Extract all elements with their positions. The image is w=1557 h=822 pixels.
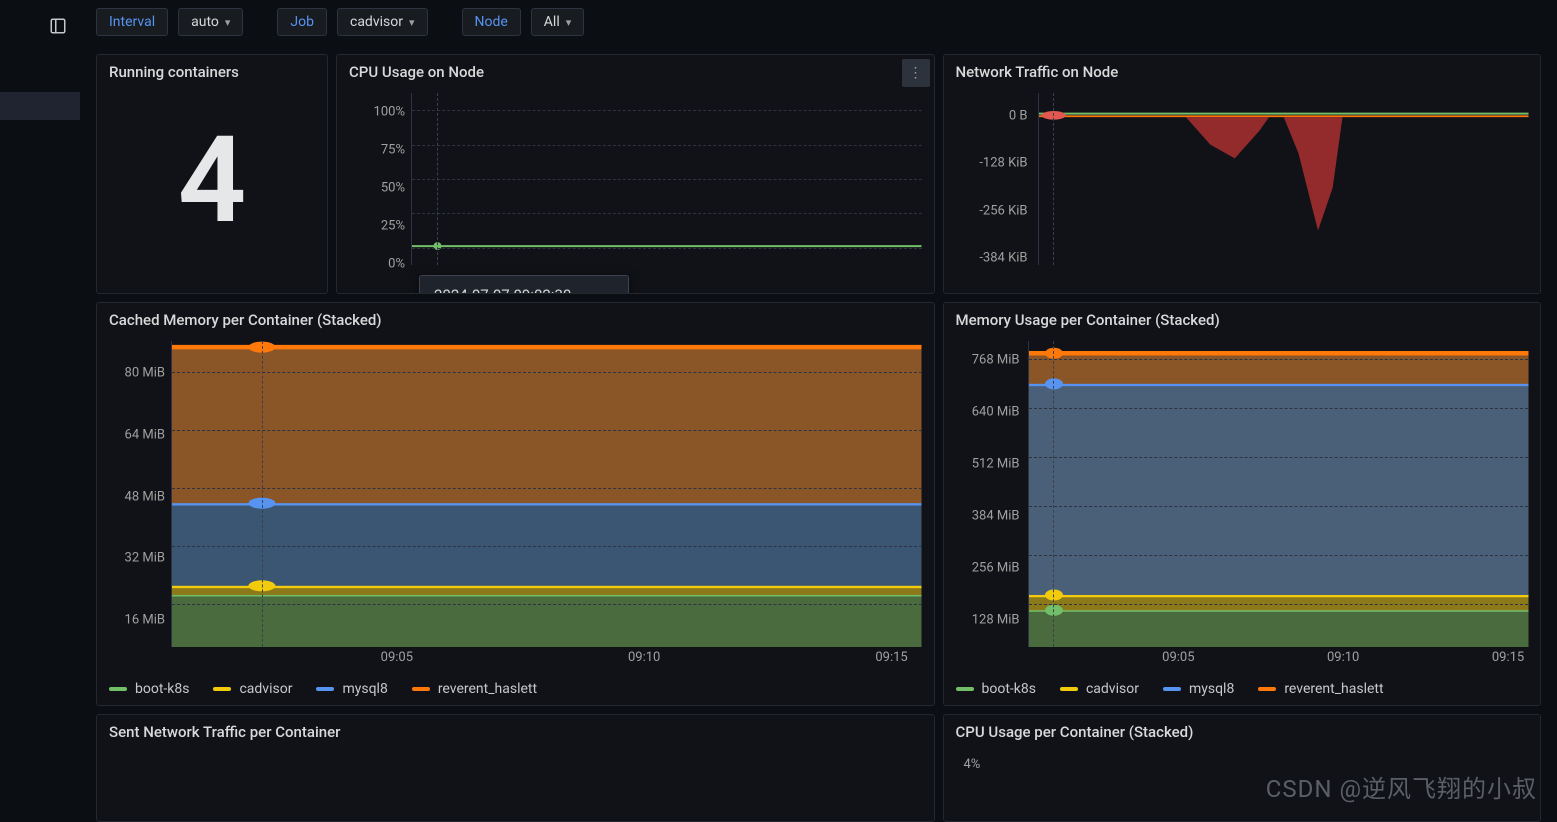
ytick: 512 MiB: [956, 457, 1020, 472]
panel-title: CPU Usage per Container (Stacked): [944, 715, 1541, 741]
ytick: 75%: [349, 143, 405, 158]
ytick: 64 MiB: [109, 427, 165, 442]
ytick: -384 KiB: [956, 251, 1028, 266]
node-value-dropdown[interactable]: All ▾: [531, 8, 584, 36]
panel-cpu-usage-container[interactable]: CPU Usage per Container (Stacked) 4%: [943, 714, 1542, 822]
xtick: 09:05: [1162, 650, 1194, 665]
xtick: 09:15: [875, 650, 907, 665]
legend-swatch: [956, 687, 974, 691]
panel-running-containers[interactable]: Running containers 4: [96, 54, 328, 294]
legend-swatch: [1258, 687, 1276, 691]
ytick: -128 KiB: [956, 156, 1028, 171]
chart-area: 100% 75% 50% 25% 0%: [349, 93, 922, 283]
legend-item[interactable]: boot-k8s: [109, 681, 189, 697]
panel-sent-network[interactable]: Sent Network Traffic per Container: [96, 714, 935, 822]
xtick: 09:05: [381, 650, 413, 665]
panel-title: Running containers: [97, 55, 327, 81]
panel-title: CPU Usage on Node: [337, 55, 934, 81]
ytick: 16 MiB: [109, 612, 165, 627]
panel-network-traffic-node[interactable]: Network Traffic on Node 0 B -128 KiB -25…: [943, 54, 1542, 294]
panel-title: Network Traffic on Node: [944, 55, 1541, 81]
panel-memory-usage[interactable]: Memory Usage per Container (Stacked) 768…: [943, 302, 1542, 706]
legend-swatch: [1060, 687, 1078, 691]
legend-item[interactable]: reverent_haslett: [412, 681, 537, 697]
tooltip-time: 2024-07-07 09:02:30: [434, 286, 614, 294]
nav-sidebar: [0, 0, 80, 822]
chevron-down-icon: ▾: [409, 16, 415, 29]
panel-title: Sent Network Traffic per Container: [97, 715, 934, 741]
xtick: 09:15: [1492, 650, 1524, 665]
legend-item[interactable]: reverent_haslett: [1258, 681, 1383, 697]
running-containers-value: 4: [97, 121, 327, 241]
ytick: 25%: [349, 219, 405, 234]
legend-item[interactable]: boot-k8s: [956, 681, 1036, 697]
legend-swatch: [109, 687, 127, 691]
panel-title: Cached Memory per Container (Stacked): [97, 303, 934, 329]
chevron-down-icon: ▾: [225, 16, 231, 29]
legend-swatch: [316, 687, 334, 691]
legend-swatch: [1163, 687, 1181, 691]
sidebar-toggle-icon[interactable]: [40, 8, 76, 44]
legend-swatch: [412, 687, 430, 691]
interval-value-dropdown[interactable]: auto ▾: [178, 8, 243, 36]
ytick: 32 MiB: [109, 551, 165, 566]
ytick: 128 MiB: [956, 612, 1020, 627]
variable-toolbar: Interval auto ▾ Job cadvisor ▾ Node All ▾: [80, 0, 1557, 40]
dashboard-grid: Running containers 4 CPU Usage on Node ⋮…: [96, 54, 1541, 822]
plot: 09:05 09:10 09:15: [1028, 341, 1529, 647]
panel-title: Memory Usage per Container (Stacked): [944, 303, 1541, 329]
legend-item[interactable]: cadvisor: [213, 681, 292, 697]
legend-item[interactable]: mysql8: [1163, 681, 1234, 697]
job-value-dropdown[interactable]: cadvisor ▾: [337, 8, 428, 36]
panel-cached-memory[interactable]: Cached Memory per Container (Stacked) 80…: [96, 302, 935, 706]
job-value: cadvisor: [350, 14, 403, 30]
legend-item[interactable]: mysql8: [316, 681, 387, 697]
panel-menu-icon[interactable]: ⋮: [902, 59, 930, 87]
interval-label-pill[interactable]: Interval: [96, 8, 168, 36]
chart-legend: boot-k8s cadvisor mysql8 reverent_haslet…: [109, 681, 922, 697]
ytick: 80 MiB: [109, 366, 165, 381]
job-label: Job: [290, 14, 314, 30]
ytick: 50%: [349, 181, 405, 196]
legend-swatch: [213, 687, 231, 691]
ytick: 768 MiB: [956, 353, 1020, 368]
ytick: 4%: [964, 757, 981, 772]
ytick: 100%: [349, 105, 405, 120]
chart-legend: boot-k8s cadvisor mysql8 reverent_haslet…: [956, 681, 1529, 697]
main-area: Interval auto ▾ Job cadvisor ▾ Node All ▾ R…: [80, 0, 1557, 822]
plot: 09:05 09:10 09:15: [171, 341, 922, 647]
ytick: 0 B: [956, 108, 1028, 123]
panel-cpu-usage-node[interactable]: CPU Usage on Node ⋮ 100% 75% 50% 25% 0%: [336, 54, 935, 294]
chevron-down-icon: ▾: [566, 16, 572, 29]
ytick: 384 MiB: [956, 508, 1020, 523]
ytick: -256 KiB: [956, 203, 1028, 218]
chart-tooltip: 2024-07-07 09:02:30 host 2.58% ▴▾: [419, 275, 629, 294]
node-label: Node: [475, 14, 508, 30]
interval-value: auto: [191, 14, 219, 30]
chart-area: 0 B -128 KiB -256 KiB -384 KiB: [956, 93, 1529, 283]
sidebar-active-item[interactable]: [0, 92, 80, 120]
chart-area: 80 MiB 64 MiB 48 MiB 32 MiB 16 MiB: [109, 341, 922, 665]
legend-item[interactable]: cadvisor: [1060, 681, 1139, 697]
xtick: 09:10: [1327, 650, 1359, 665]
chart-area: 768 MiB 640 MiB 512 MiB 384 MiB 256 MiB …: [956, 341, 1529, 665]
xtick: 09:10: [628, 650, 660, 665]
node-label-pill[interactable]: Node: [462, 8, 521, 36]
ytick: 256 MiB: [956, 560, 1020, 575]
interval-label: Interval: [109, 14, 155, 30]
ytick: 640 MiB: [956, 405, 1020, 420]
job-label-pill[interactable]: Job: [277, 8, 327, 36]
ytick: 48 MiB: [109, 489, 165, 504]
node-value: All: [544, 14, 560, 30]
plot: [1038, 93, 1529, 265]
ytick: 0%: [349, 257, 405, 272]
plot: [411, 93, 922, 265]
